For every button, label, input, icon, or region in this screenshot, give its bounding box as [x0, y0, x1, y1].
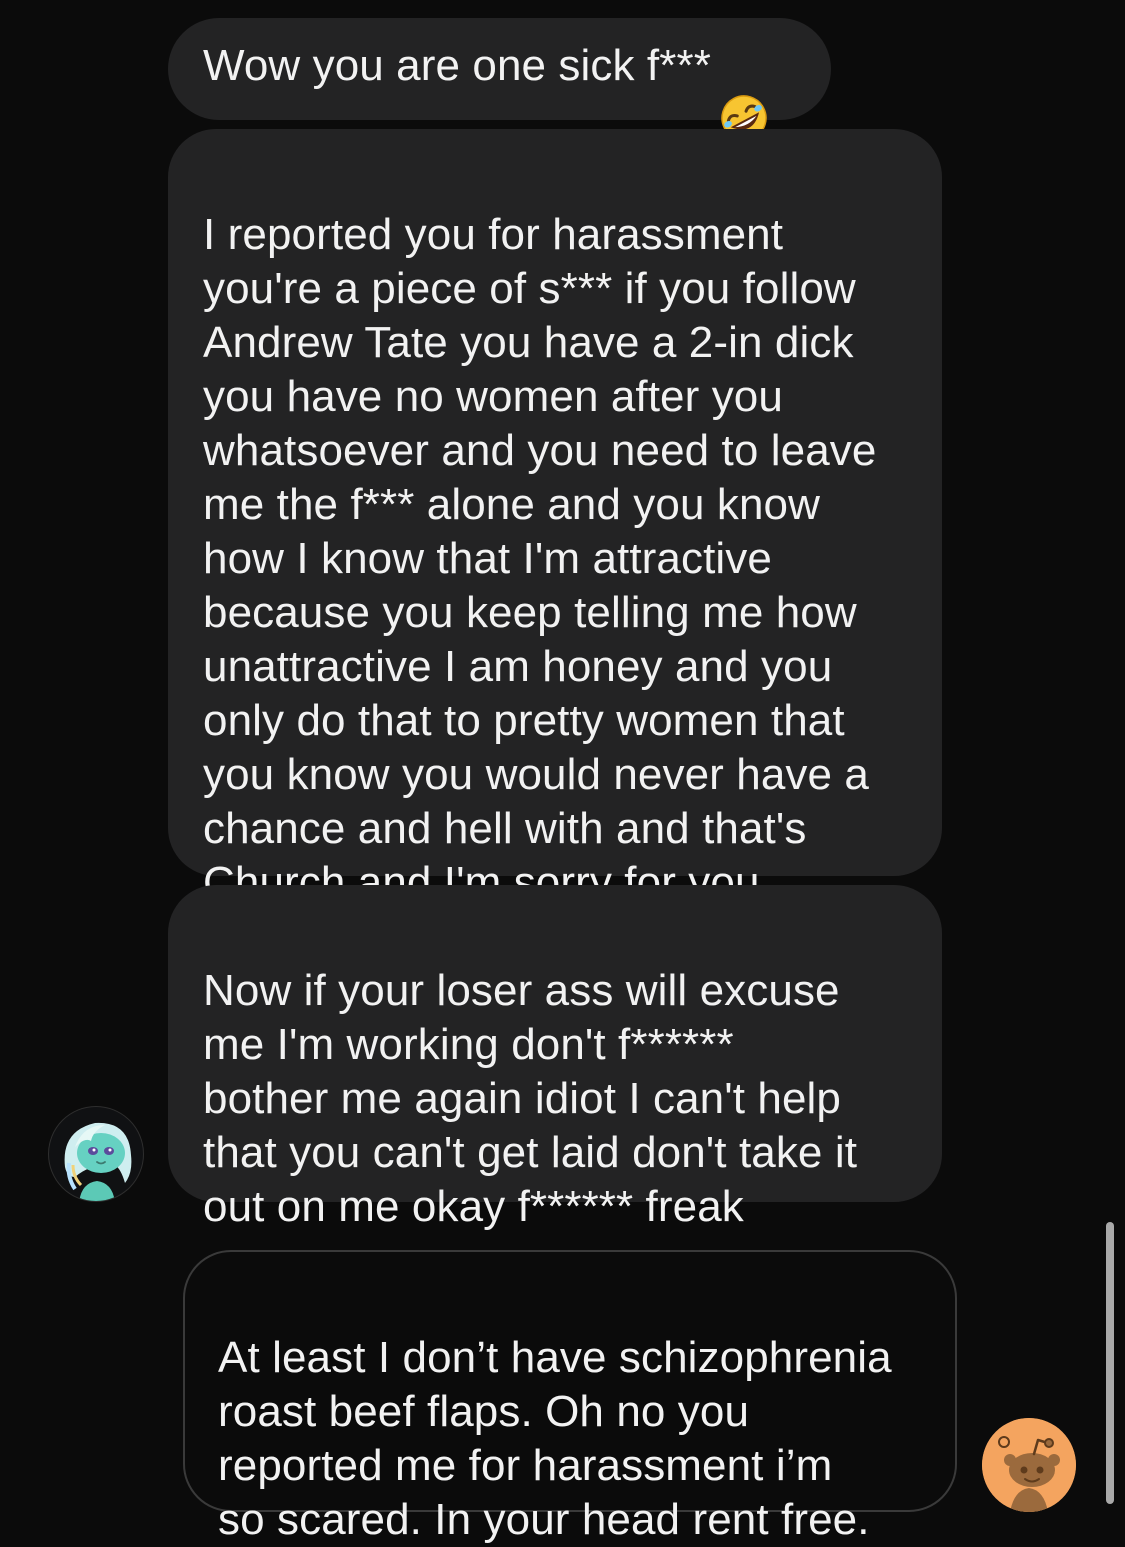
teal-snoo-avatar-icon[interactable] — [48, 1106, 144, 1202]
message-text: At least I don’t have schizophrenia roas… — [218, 1333, 892, 1544]
message-text: I reported you for harassment you're a p… — [203, 210, 877, 907]
message-text: Now if your loser ass will excuse me I'm… — [203, 966, 858, 1231]
orange-snoo-avatar-icon[interactable] — [982, 1418, 1076, 1512]
scrollbar-thumb[interactable] — [1106, 1222, 1114, 1504]
message-bubble-incoming[interactable]: Wow you are one sick f*** — [168, 18, 831, 141]
message-bubble-incoming[interactable]: Now if your loser ass will excuse me I'm… — [168, 885, 942, 1231]
message-bubble-outgoing[interactable]: At least I don’t have schizophrenia roas… — [183, 1250, 957, 1544]
message-bubble-incoming[interactable]: I reported you for harassment you're a p… — [168, 129, 942, 907]
message-text: Wow you are one sick f*** — [203, 41, 711, 90]
